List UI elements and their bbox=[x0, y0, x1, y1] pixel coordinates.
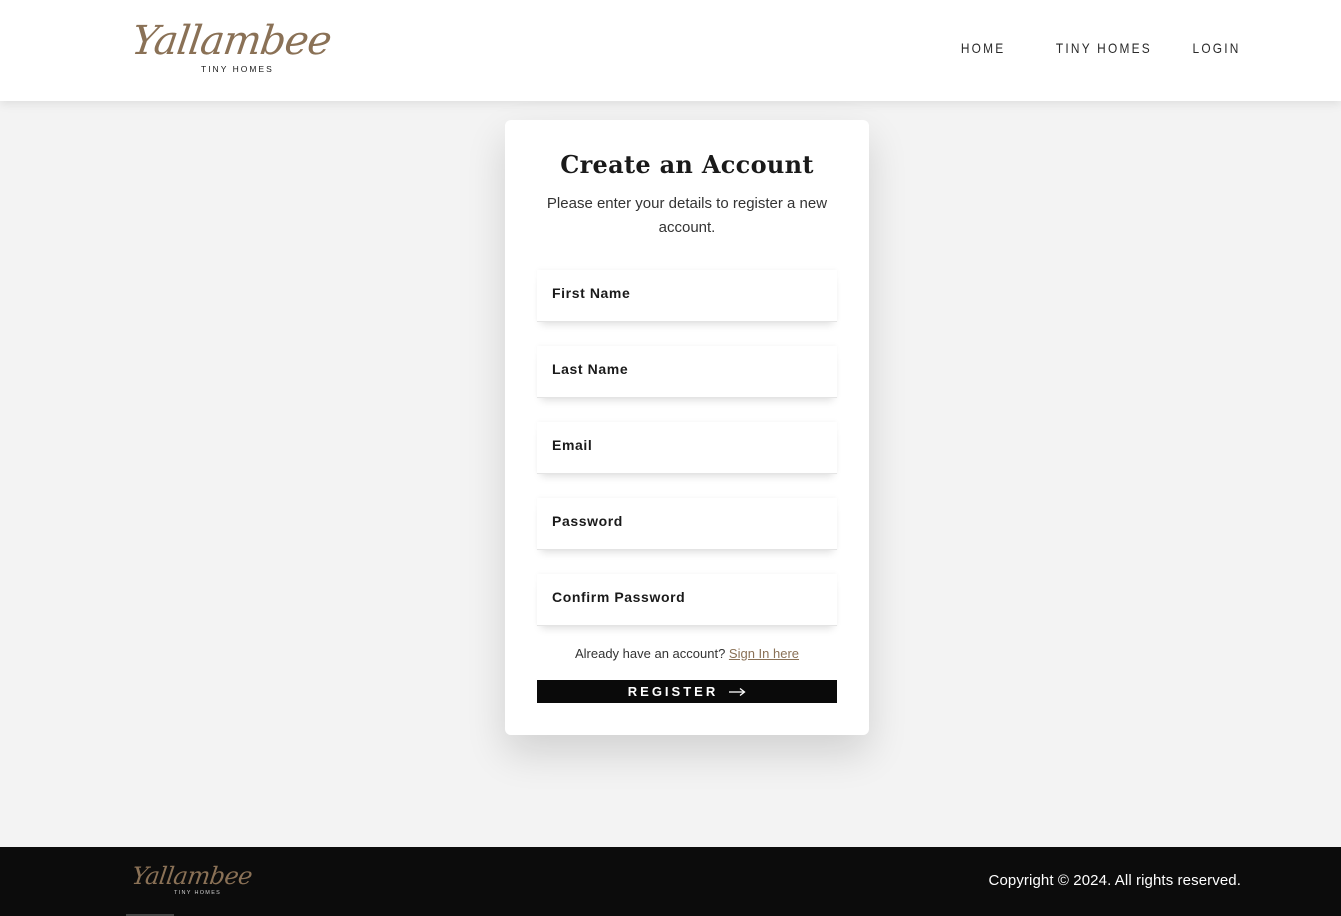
confirm-password-field[interactable]: Confirm Password bbox=[537, 574, 837, 626]
email-input[interactable] bbox=[537, 422, 837, 473]
main-content: Create an Account Please enter your deta… bbox=[0, 101, 1341, 847]
confirm-password-input[interactable] bbox=[537, 574, 837, 625]
register-button-label: REGISTER bbox=[627, 684, 719, 699]
signin-link[interactable]: Sign In here bbox=[729, 646, 799, 661]
footer-logo[interactable]: Yallambee TINY HOMES bbox=[130, 862, 254, 902]
signin-prompt-text: Already have an account? bbox=[574, 646, 726, 661]
register-card: Create an Account Please enter your deta… bbox=[505, 120, 869, 735]
first-name-input[interactable] bbox=[537, 270, 837, 321]
password-field[interactable]: Password bbox=[537, 498, 837, 550]
site-header: Yallambee TINY HOMES HOME TINY HOMES LOG… bbox=[0, 0, 1341, 101]
nav-link-login[interactable]: LOGIN bbox=[1193, 40, 1241, 56]
copyright-text: Copyright © 2024. All rights reserved. bbox=[988, 872, 1241, 889]
register-button[interactable]: REGISTER bbox=[537, 680, 837, 703]
main-nav: HOME TINY HOMES LOGIN bbox=[953, 40, 1241, 56]
last-name-field[interactable]: Last Name bbox=[537, 346, 837, 398]
arrow-right-icon bbox=[729, 687, 746, 696]
footer-logo-subtext: TINY HOMES bbox=[174, 890, 222, 896]
page-title: Create an Account bbox=[560, 150, 814, 179]
logo-subtext: TINY HOMES bbox=[201, 64, 274, 74]
brand-logo[interactable]: Yallambee TINY HOMES bbox=[129, 18, 334, 78]
nav-link-home[interactable]: HOME bbox=[961, 40, 1006, 56]
nav-link-tiny-homes[interactable]: TINY HOMES bbox=[1055, 40, 1151, 56]
last-name-input[interactable] bbox=[537, 346, 837, 397]
first-name-field[interactable]: First Name bbox=[537, 270, 837, 322]
signin-prompt-row: Already have an account? Sign In here bbox=[505, 646, 869, 661]
email-field[interactable]: Email bbox=[537, 422, 837, 474]
site-footer: Yallambee TINY HOMES Copyright © 2024. A… bbox=[0, 847, 1341, 916]
password-input[interactable] bbox=[537, 498, 837, 549]
footer-logo-wordmark: Yallambee bbox=[130, 862, 254, 890]
page-subtitle: Please enter your details to register a … bbox=[546, 195, 828, 236]
logo-wordmark: Yallambee bbox=[128, 18, 334, 64]
